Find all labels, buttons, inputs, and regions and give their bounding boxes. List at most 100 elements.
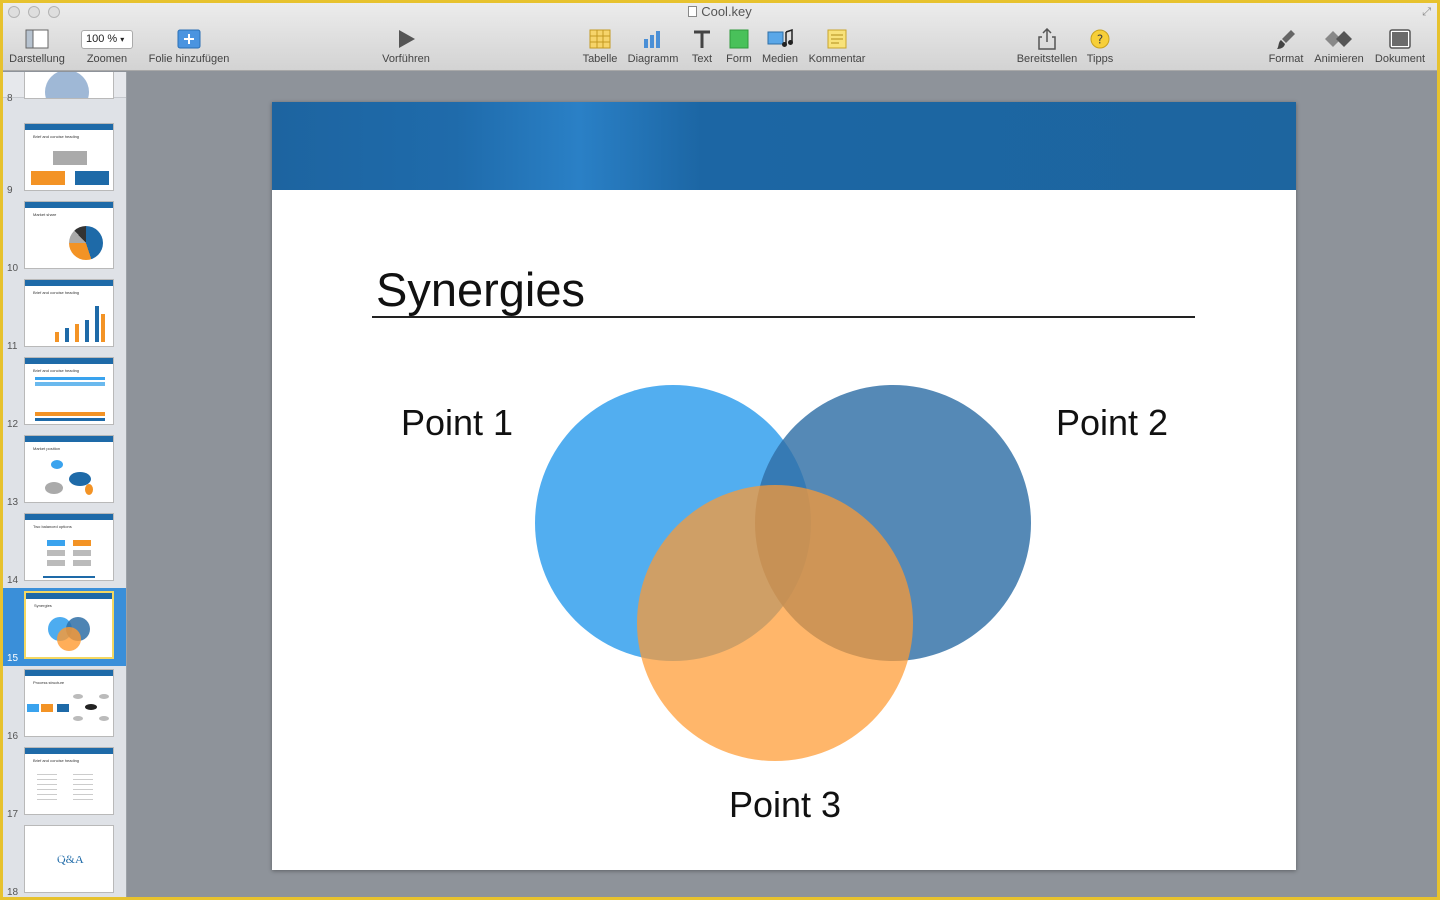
point-2-label[interactable]: Point 2 [1056,402,1168,444]
slide-thumbnail-17[interactable]: Brief and concise heading 17 [3,744,126,822]
play-button[interactable]: Vorführen [361,25,451,65]
thumbnail-image: Market position [24,435,114,503]
document-label: Dokument [1374,53,1426,65]
thumb-pie [69,226,103,260]
window-title-text: Cool.key [701,4,752,19]
slide-thumbnail-9[interactable]: Brief and concise heading 9 [3,120,126,198]
thumb-circle [45,72,89,98]
thumb-box [47,540,65,546]
slide-number: 16 [7,731,19,742]
thumbnail-image: Brief and concise heading [24,279,114,347]
thumb-box [47,560,65,566]
thumb-bullets [37,770,57,802]
slide-number: 12 [7,419,19,430]
comment-button[interactable]: Kommentar [792,25,882,65]
thumb-title: Brief and concise heading [33,758,80,763]
slide-thumbnail-13[interactable]: Market position 13 [3,432,126,510]
current-slide[interactable]: Synergies Point 1 Point 2 Point 3 [272,102,1296,870]
thumb-banner [25,670,113,676]
keynote-window: Cool.key ⤢ Darstellung 100 % ▾ Zoomen Fo… [3,3,1437,897]
slide-thumbnail-8[interactable]: 8 [3,72,126,106]
share-icon [1038,28,1056,50]
thumb-title: Synergies [34,603,52,608]
slide-canvas[interactable]: Synergies Point 1 Point 2 Point 3 [128,72,1437,897]
thumb-banner [25,436,113,442]
thumb-band [35,382,105,386]
thumb-arrow [27,704,39,712]
thumb-title: Two balanced options [33,524,72,529]
slide-thumbnail-12[interactable]: Brief and concise heading 12 [3,354,126,432]
thumb-bar-mark [65,328,69,342]
thumb-title: Market position [33,446,61,451]
thumbnail-image: Two balanced options [24,513,114,581]
point-1-label[interactable]: Point 1 [401,402,513,444]
thumbnail-image [24,72,114,99]
slide-number: 17 [7,809,19,820]
slide-number: 13 [7,497,19,508]
thumb-ellipse [85,484,93,495]
thumb-banner [25,514,113,520]
view-icon [25,29,49,49]
thumb-title: Market share [33,212,57,217]
thumb-circle [57,627,81,651]
play-label: Vorführen [382,53,430,65]
thumb-banner [25,280,113,286]
slide-number: 11 [7,341,18,352]
thumbnail-image: Brief and concise heading [24,123,114,191]
document-panel-icon [1389,29,1411,49]
slide-thumbnail-10[interactable]: Market share 10 [3,198,126,276]
thumb-box [73,540,91,546]
watermark-text: trancollege.com [43,851,114,862]
comment-icon [827,29,847,49]
slide-thumbnail-14[interactable]: Two balanced options 14 [3,510,126,588]
thumb-banner [25,202,113,208]
slide-number: 8 [7,93,13,104]
venn-circle-3[interactable] [637,485,913,761]
thumbnail-image: Market share [24,201,114,269]
thumb-band [35,412,105,416]
add-slide-icon [177,29,201,49]
svg-text:?: ? [1097,33,1103,47]
thumb-bullets [73,770,93,802]
zoomen-label: Zoomen [86,53,128,65]
thumb-base [43,576,95,578]
thumb-arrow [57,704,69,712]
thumb-title: Process structure [33,680,65,685]
document-button[interactable]: Dokument [1355,25,1437,65]
help-icon: ? [1090,29,1110,49]
fullscreen-icon[interactable]: ⤢ [1422,6,1431,19]
tips-button[interactable]: ? Tipps [1055,25,1145,65]
thumb-arrow [41,704,53,712]
slide-number: 18 [7,887,19,897]
thumbnail-image: Process structure [24,669,114,737]
thumb-ellipse [51,460,63,469]
thumbnail-image: Synergies [24,591,114,659]
zoom-select[interactable]: 100 % ▾ [81,29,133,49]
toolbar: Cool.key ⤢ Darstellung 100 % ▾ Zoomen Fo… [3,3,1437,71]
slide-thumbnail-15[interactable]: Synergies 15 [3,588,126,666]
slide-thumbnail-11[interactable]: Brief and concise heading 11 [3,276,126,354]
thumb-bar-mark [55,332,59,342]
zoom-value: 100 % [86,32,118,45]
slide-thumbnail-16[interactable]: Process structure 16 [3,666,126,744]
chevron-down-icon: ▾ [120,34,125,44]
point-3-label[interactable]: Point 3 [729,784,841,826]
thumb-ellipse [99,694,109,699]
thumb-bar-mark [95,306,99,342]
animate-icon [1325,31,1352,47]
zoom-control[interactable]: 100 % ▾ Zoomen [62,25,152,65]
slide-number: 10 [7,263,19,274]
thumb-ellipse [73,716,83,721]
slide-number: 9 [7,185,13,196]
add-slide-label: Folie hinzufügen [148,53,230,65]
thumb-banner [25,748,113,754]
thumb-box [53,151,87,165]
thumb-band [35,377,105,380]
venn-diagram [535,385,1031,761]
add-slide-button[interactable]: Folie hinzufügen [144,25,234,65]
thumbnail-image: Brief and concise heading [24,747,114,815]
thumb-ellipse [73,694,83,699]
window-title: Cool.key [3,4,1437,19]
thumb-bar-mark [85,320,89,342]
thumb-bar-mark [75,324,79,342]
